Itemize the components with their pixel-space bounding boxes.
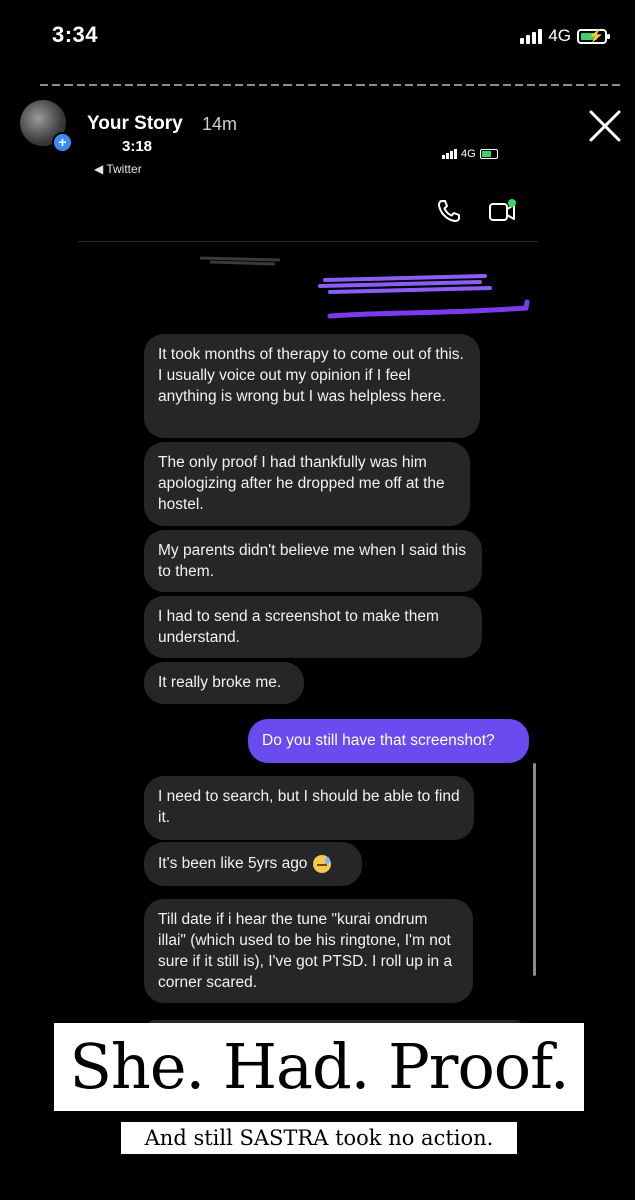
header-divider <box>78 241 538 242</box>
story-progress <box>40 84 621 87</box>
censor-scribble <box>199 256 530 319</box>
inner-network-type: 4G <box>461 148 476 160</box>
inner-signal-icon <box>442 149 457 159</box>
message-bubble-incoming[interactable]: Till date if i hear the tune "kurai ondr… <box>144 899 473 1003</box>
downcast-sweat-face-icon <box>313 854 332 873</box>
story-age: 14m <box>202 114 238 134</box>
network-type: 4G <box>548 26 571 45</box>
battery-icon: ⚡ <box>577 28 610 44</box>
message-bubble-outgoing[interactable]: Do you still have that screenshot? <box>248 719 529 763</box>
message-bubble-incoming[interactable]: It took months of therapy to come out of… <box>144 334 480 438</box>
message-bubble-incoming[interactable]: It's been like 5yrs ago <box>144 842 362 886</box>
message-bubble-incoming[interactable]: I had to send a screenshot to make them … <box>144 596 482 658</box>
scrollbar[interactable] <box>533 763 536 976</box>
phone-icon <box>438 200 460 222</box>
close-icon[interactable] <box>587 108 623 144</box>
video-call-icon <box>489 199 516 221</box>
message-bubble-incoming[interactable]: My parents didn't believe me when I said… <box>144 530 482 592</box>
add-story-icon[interactable]: + <box>52 132 73 153</box>
inner-status-time: 3:18 <box>122 138 153 155</box>
signal-icon <box>520 28 543 44</box>
message-bubble-incoming[interactable]: I need to search, but I should be able t… <box>144 776 474 840</box>
status-indicators: 4G ⚡ <box>520 26 610 46</box>
caption-headline: She. Had. Proof. <box>54 1023 584 1111</box>
status-time: 3:34 <box>52 22 99 47</box>
message-bubble-incoming[interactable]: It really broke me. <box>144 662 304 704</box>
inner-battery-icon <box>479 149 498 159</box>
message-text: It's been like 5yrs ago <box>158 855 308 872</box>
inner-status-indicators: 4G <box>442 148 498 160</box>
caption-subline: And still SASTRA took no action. <box>121 1122 517 1154</box>
message-bubble-incoming[interactable]: The only proof I had thankfully was him … <box>144 442 470 526</box>
story-owner-name[interactable]: Your Story <box>87 113 183 135</box>
inner-back-link: ◀ Twitter <box>94 162 142 176</box>
